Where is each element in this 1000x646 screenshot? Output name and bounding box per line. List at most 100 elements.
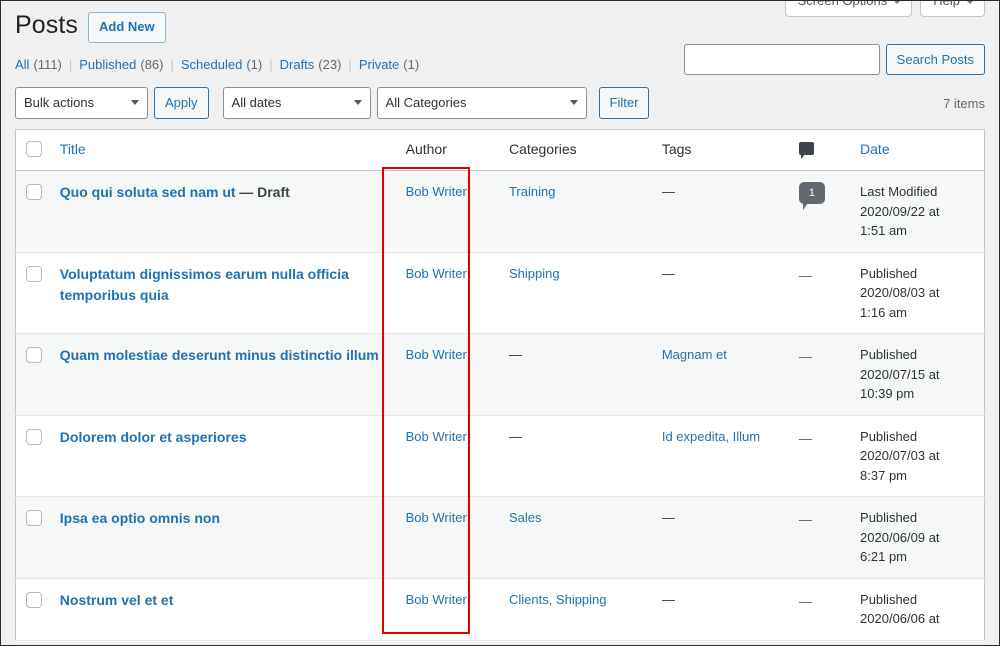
category-filter-select[interactable]: All Categories: [376, 87, 587, 119]
column-header-title[interactable]: Title: [59, 129, 406, 171]
row-checkbox[interactable]: [26, 184, 42, 200]
search-input[interactable]: [683, 44, 880, 75]
post-title-link[interactable]: Nostrum vel et et: [60, 592, 174, 608]
separator: |: [68, 57, 73, 72]
add-new-button[interactable]: Add New: [88, 11, 166, 43]
screen-options-button[interactable]: Screen Options: [784, 1, 913, 17]
cell-author: Bob Writer: [405, 578, 509, 641]
cell-comments: —: [798, 252, 861, 334]
author-link[interactable]: Bob Writer: [406, 347, 467, 362]
tag-link[interactable]: Magnam et: [662, 347, 727, 362]
chevron-down-icon: [966, 1, 974, 4]
bulk-actions-select[interactable]: Bulk actions: [15, 87, 148, 119]
row-checkbox[interactable]: [26, 510, 42, 526]
row-checkbox-cell[interactable]: [15, 252, 60, 334]
author-link[interactable]: Bob Writer: [406, 266, 467, 281]
column-header-author: Author: [405, 129, 509, 171]
posts-list-table: Title Author Categories Tags Date Quo qu…: [15, 129, 985, 641]
filter-button[interactable]: Filter: [598, 87, 650, 119]
status-link-all[interactable]: All (111): [15, 57, 62, 72]
cell-date: Published 2020/06/06 at: [860, 578, 985, 641]
post-title-link[interactable]: Dolorem dolor et asperiores: [60, 429, 247, 445]
status-link-all-label[interactable]: All: [15, 57, 29, 72]
apply-button[interactable]: Apply: [154, 87, 209, 119]
date-value: 2020/09/22 at: [860, 203, 940, 219]
select-all-header[interactable]: [15, 129, 60, 171]
category-link[interactable]: Shipping: [509, 266, 560, 281]
comment-count-bubble[interactable]: 1: [798, 182, 825, 210]
date-value: 2020/08/03 at: [860, 285, 940, 300]
cell-categories: Clients, Shipping: [508, 578, 662, 641]
author-link[interactable]: Bob Writer: [406, 429, 467, 444]
status-link-drafts[interactable]: Drafts (23): [280, 57, 342, 72]
cell-tags: Magnam et: [661, 333, 799, 416]
date-value: 2020/07/03 at: [860, 448, 940, 463]
column-header-tags-label: Tags: [661, 141, 692, 157]
date-status: Last Modified: [860, 184, 938, 199]
page-header: Posts Add New: [15, 9, 166, 43]
date-filter-select-wrap: All dates: [222, 87, 371, 119]
row-checkbox-cell[interactable]: [15, 578, 60, 641]
date-status: Published: [860, 265, 918, 281]
status-link-scheduled[interactable]: Scheduled (1): [181, 57, 262, 72]
post-state: — Draft: [239, 184, 290, 200]
status-link-published[interactable]: Published (86): [79, 57, 163, 72]
row-checkbox[interactable]: [26, 265, 42, 282]
column-header-date-label[interactable]: Date: [860, 141, 890, 157]
status-link-published-label[interactable]: Published: [79, 57, 136, 72]
row-checkbox[interactable]: [26, 347, 42, 363]
post-title-link[interactable]: Ipsa ea optio omnis non: [60, 510, 220, 526]
cell-comments: —: [798, 496, 861, 579]
status-link-private[interactable]: Private (1): [359, 57, 419, 72]
no-comments-dash: —: [798, 512, 812, 527]
author-link[interactable]: Bob Writer: [406, 184, 467, 199]
cell-tags: Id expedita, Illum: [661, 415, 799, 497]
date-time: 6:21 pm: [860, 549, 908, 564]
cell-date: Published 2020/08/03 at 1:16 am: [860, 252, 985, 334]
cell-title: Quam molestiae deserunt minus distinctio…: [59, 333, 406, 416]
cell-title: Nostrum vel et et: [59, 578, 406, 641]
no-comments-dash: —: [798, 267, 812, 283]
author-link[interactable]: Bob Writer: [406, 592, 467, 607]
status-count-drafts: (23): [318, 57, 342, 72]
row-checkbox-cell[interactable]: [15, 415, 60, 497]
row-checkbox-cell[interactable]: [15, 170, 60, 253]
cell-date: Published 2020/06/09 at 6:21 pm: [860, 496, 985, 579]
cell-comments: —: [798, 415, 861, 497]
post-title-link[interactable]: Quo qui soluta sed nam ut: [60, 184, 236, 200]
column-header-categories: Categories: [508, 129, 662, 171]
date-filter-select[interactable]: All dates: [222, 87, 371, 119]
tag-link[interactable]: Id expedita, Illum: [662, 429, 760, 444]
cell-categories: —: [508, 333, 662, 416]
column-header-date[interactable]: Date: [860, 129, 985, 171]
select-all-checkbox[interactable]: [26, 141, 42, 157]
separator: |: [269, 57, 273, 72]
category-link[interactable]: Training: [509, 184, 555, 199]
post-title-link[interactable]: Voluptatum dignissimos earum nulla offic…: [60, 266, 349, 303]
cell-tags: —: [661, 496, 799, 579]
cell-author: Bob Writer: [405, 170, 509, 253]
no-comments-dash: —: [798, 349, 812, 364]
status-link-private-label[interactable]: Private: [359, 57, 399, 72]
status-link-drafts-label[interactable]: Drafts: [280, 57, 315, 72]
search-posts-button[interactable]: Search Posts: [885, 44, 985, 75]
help-button[interactable]: Help: [920, 1, 985, 17]
cell-tags: —: [661, 578, 799, 641]
column-header-title-label[interactable]: Title: [60, 141, 86, 157]
table-row: Voluptatum dignissimos earum nulla offic…: [15, 252, 985, 334]
cell-comments: —: [798, 578, 861, 641]
post-status-filter-links: All (111) | Published (86) | Scheduled (…: [15, 57, 419, 72]
author-link[interactable]: Bob Writer: [406, 510, 467, 525]
row-checkbox[interactable]: [26, 591, 42, 608]
column-header-comments[interactable]: [798, 129, 861, 171]
chevron-down-icon: [131, 100, 139, 105]
row-checkbox[interactable]: [26, 428, 42, 445]
cell-date: Last Modified 2020/09/22 at 1:51 am: [860, 170, 985, 253]
post-title-link[interactable]: Quam molestiae deserunt minus distinctio…: [60, 347, 379, 363]
category-link[interactable]: Sales: [509, 510, 542, 525]
row-checkbox-cell[interactable]: [15, 333, 60, 416]
date-status: Published: [860, 428, 918, 444]
row-checkbox-cell[interactable]: [15, 496, 60, 579]
category-link[interactable]: Clients, Shipping: [509, 592, 607, 607]
status-link-scheduled-label[interactable]: Scheduled: [181, 57, 242, 72]
